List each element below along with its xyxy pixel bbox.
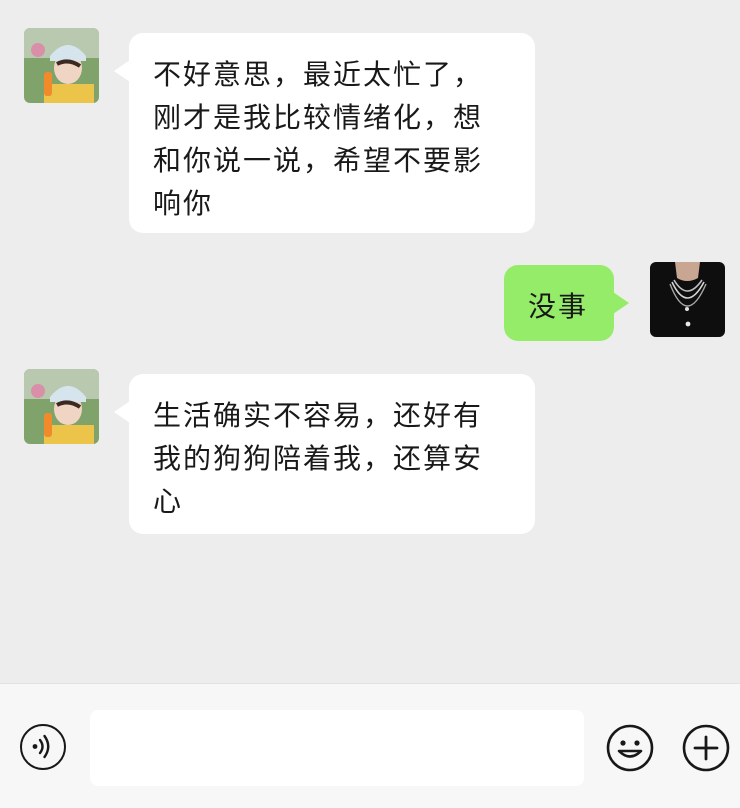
voice-icon xyxy=(32,734,50,759)
voice-button[interactable] xyxy=(20,724,66,770)
user-avatar[interactable] xyxy=(650,262,725,337)
smiley-icon xyxy=(606,724,654,772)
contact-avatar[interactable] xyxy=(24,369,99,444)
bubble-tail xyxy=(114,60,130,82)
input-bar xyxy=(0,683,740,808)
emoji-button[interactable] xyxy=(606,724,654,772)
message-bubble-incoming[interactable]: 生活确实不容易，还好有我的狗狗陪着我，还算安心 xyxy=(129,374,535,534)
message-bubble-incoming[interactable]: 不好意思，最近太忙了，刚才是我比较情绪化，想和你说一说，希望不要影响你 xyxy=(129,33,535,233)
chat-area: 不好意思，最近太忙了，刚才是我比较情绪化，想和你说一说，希望不要影响你 没事 生… xyxy=(0,0,740,683)
contact-avatar[interactable] xyxy=(24,28,99,103)
bubble-tail xyxy=(114,401,130,423)
message-input[interactable] xyxy=(90,710,584,786)
message-bubble-outgoing[interactable]: 没事 xyxy=(504,265,614,341)
plus-icon xyxy=(682,724,730,772)
more-button[interactable] xyxy=(682,724,730,772)
bubble-tail xyxy=(613,292,629,314)
